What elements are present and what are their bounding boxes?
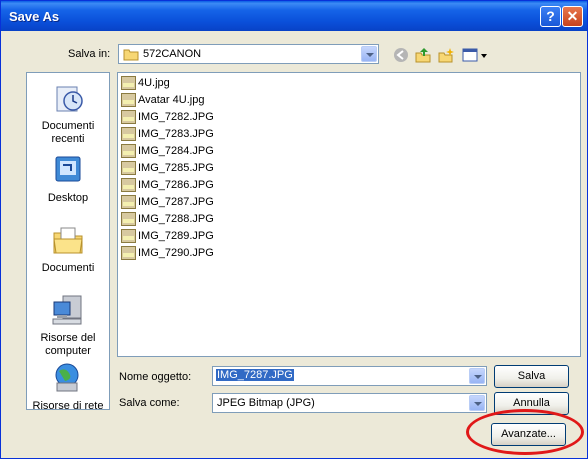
location-label: Salva in: <box>68 48 111 60</box>
close-button[interactable]: ✕ <box>562 6 583 27</box>
view-menu-icon[interactable] <box>462 47 488 63</box>
filename-label: Nome oggetto: <box>119 371 192 383</box>
highlight-oval <box>466 409 584 455</box>
jpg-file-icon <box>121 76 136 90</box>
my-computer-icon <box>52 295 82 325</box>
filetype-value: JPEG Bitmap (JPG) <box>217 397 315 409</box>
chevron-down-icon[interactable] <box>469 368 485 384</box>
place-my-computer[interactable]: Risorse del computer <box>27 293 109 358</box>
up-folder-icon[interactable] <box>415 47 431 63</box>
filename-field[interactable]: IMG_7287.JPG <box>212 366 487 386</box>
place-label: Risorse di rete <box>32 400 104 412</box>
jpg-file-icon <box>121 161 136 175</box>
documents-folder-icon <box>53 227 83 254</box>
place-label: Risorse del computer <box>40 332 96 357</box>
window-title: Save As <box>9 9 60 24</box>
chevron-down-icon[interactable] <box>361 46 377 62</box>
jpg-file-icon <box>121 110 136 124</box>
jpg-file-icon <box>121 195 136 209</box>
jpg-file-icon <box>121 93 136 107</box>
place-documents[interactable]: Documenti <box>27 223 109 275</box>
recent-documents-icon <box>56 86 83 112</box>
place-label: Documenti recenti <box>41 120 95 145</box>
place-label: Documenti <box>41 262 95 274</box>
save-button[interactable]: Salva <box>494 365 569 388</box>
jpg-file-icon <box>121 246 136 260</box>
back-icon[interactable] <box>393 47 409 63</box>
filetype-label: Salva come: <box>119 397 180 409</box>
location-combo[interactable]: 572CANON <box>118 44 379 64</box>
jpg-file-icon <box>121 144 136 158</box>
title-bar[interactable]: Save As ? ✕ <box>1 1 587 31</box>
location-value: 572CANON <box>143 48 202 60</box>
jpg-file-icon <box>121 127 136 141</box>
save-as-dialog: Save As ? ✕ Salva in: 572CANON Documenti… <box>0 0 588 459</box>
network-icon <box>55 363 79 392</box>
place-label: Desktop <box>47 192 89 204</box>
file-list[interactable]: 4U.jpg Avatar 4U.jpg IMG_7282.JPG IMG_72… <box>117 72 581 357</box>
jpg-file-icon <box>121 178 136 192</box>
place-recent-documents[interactable]: Documenti recenti <box>27 81 109 146</box>
desktop-icon <box>55 156 81 182</box>
place-desktop[interactable]: Desktop <box>27 153 109 205</box>
places-bar: Documenti recenti Desktop Documenti Riso… <box>26 72 110 413</box>
new-folder-icon[interactable] <box>438 47 454 63</box>
jpg-file-icon <box>121 229 136 243</box>
filename-value[interactable]: IMG_7287.JPG <box>216 369 294 381</box>
jpg-file-icon <box>121 212 136 226</box>
folder-icon <box>123 49 139 61</box>
place-network[interactable]: Risorse di rete <box>27 361 109 413</box>
chevron-down-icon[interactable] <box>469 395 485 411</box>
filetype-select[interactable]: JPEG Bitmap (JPG) <box>212 393 487 413</box>
help-button[interactable]: ? <box>540 6 561 27</box>
